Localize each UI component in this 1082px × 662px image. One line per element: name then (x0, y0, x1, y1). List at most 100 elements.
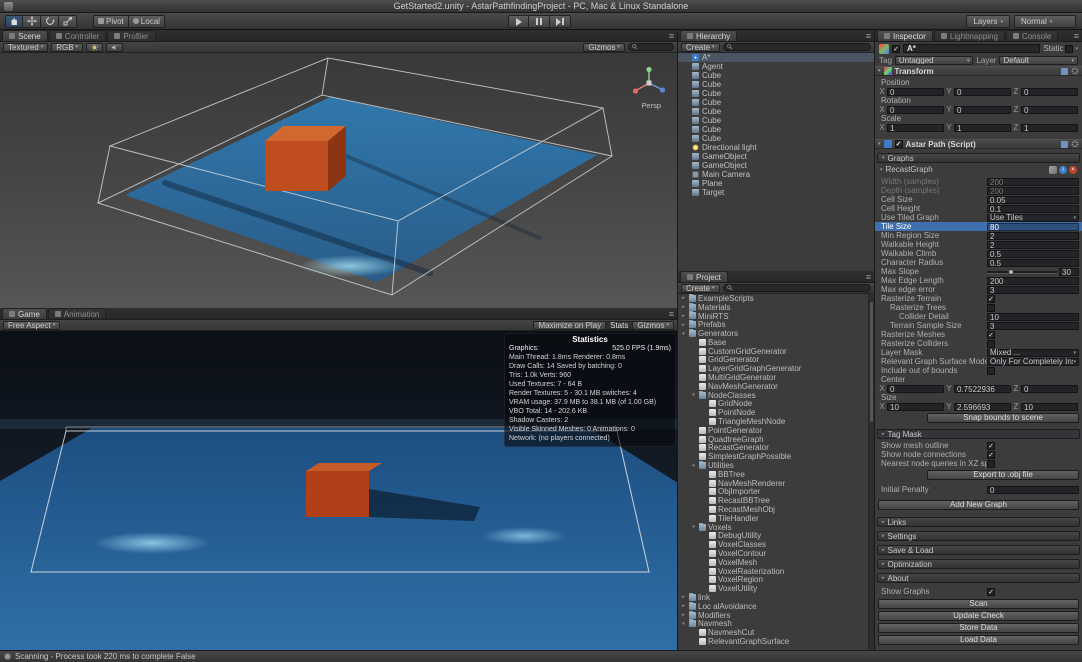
value-field[interactable]: 10 (987, 313, 1079, 321)
collapsed-arrow-icon[interactable]: ▸ (680, 322, 687, 328)
pane-menu-icon[interactable]: ≡ (866, 272, 871, 282)
project-item[interactable]: VoxelRegion (678, 576, 868, 585)
collapsed-arrow-icon[interactable]: ▸ (680, 313, 687, 319)
z-field[interactable]: 1 (1021, 124, 1078, 132)
info-icon[interactable]: i (1059, 166, 1067, 174)
value-field[interactable]: 0 (987, 486, 1079, 494)
hand-tool-button[interactable] (5, 15, 23, 28)
value-field[interactable]: 200 (987, 187, 1079, 195)
collapsed-arrow-icon[interactable]: ▸ (680, 612, 687, 618)
gear-icon[interactable] (1071, 67, 1079, 75)
value-field[interactable]: 3 (987, 286, 1079, 294)
foldout-arrow-icon[interactable]: ▾ (878, 68, 881, 74)
value-field[interactable]: 80 (987, 223, 1079, 231)
hierarchy-item[interactable]: Target (678, 188, 874, 197)
maximize-on-play-toggle[interactable]: Maximize on Play (533, 321, 606, 330)
project-item[interactable]: RecastGenerator (678, 444, 868, 453)
tab-profiler[interactable]: Profiler (107, 30, 155, 41)
z-field[interactable]: 0 (1021, 88, 1078, 96)
collapsed-arrow-icon[interactable]: ▸ (680, 295, 687, 301)
project-item[interactable]: VoxelRasterization (678, 567, 868, 576)
project-item[interactable]: NavMeshRenderer (678, 479, 868, 488)
project-item[interactable]: VoxelContour (678, 549, 868, 558)
hierarchy-item[interactable]: Cube (678, 116, 874, 125)
section-optimization[interactable]: ▸Optimization (877, 559, 1080, 569)
section-links[interactable]: ▸Links (877, 517, 1080, 527)
expanded-arrow-icon[interactable]: ▾ (680, 621, 687, 627)
component-enabled-checkbox[interactable]: ✓ (895, 140, 903, 148)
y-field[interactable]: 1 (954, 124, 1011, 132)
audio-toggle[interactable] (106, 43, 123, 52)
project-item[interactable]: ▾Navmesh (678, 619, 868, 628)
section-about[interactable]: ▸About (877, 573, 1080, 583)
project-item[interactable]: GridGenerator (678, 356, 868, 365)
hierarchy-item[interactable]: Cube (678, 80, 874, 89)
object-name-field[interactable]: A* (903, 44, 1040, 53)
shading-dropdown[interactable]: Textured▾ (3, 43, 48, 52)
checkbox[interactable] (987, 367, 995, 375)
project-item[interactable]: ▾Utilities (678, 461, 868, 470)
orientation-gizmo[interactable] (631, 65, 667, 101)
project-scrollbar[interactable] (868, 294, 874, 650)
value-field[interactable]: 200 (987, 178, 1079, 186)
checkbox[interactable] (987, 340, 995, 348)
project-item[interactable]: TileHandler (678, 514, 868, 523)
y-field[interactable]: 0 (954, 106, 1011, 114)
project-item[interactable]: TriangleMeshNode (678, 417, 868, 426)
project-item[interactable]: RelevantGraphSurface (678, 637, 868, 646)
hierarchy-item[interactable]: Cube (678, 71, 874, 80)
project-item[interactable]: DebugUtility (678, 532, 868, 541)
lighting-toggle[interactable] (86, 43, 103, 52)
checkbox[interactable]: ✓ (987, 442, 995, 450)
transform-header[interactable]: ▾ Transform (875, 66, 1082, 76)
scale-tool-button[interactable] (59, 15, 77, 28)
slider-handle[interactable] (1008, 269, 1014, 275)
project-search-input[interactable] (723, 284, 871, 292)
layout-dropdown[interactable]: Normal▾ (1014, 15, 1076, 28)
scrollbar-handle[interactable] (870, 302, 873, 422)
x-field[interactable]: 10 (887, 403, 944, 411)
section-graphs[interactable]: ▾ Graphs (877, 153, 1080, 163)
value-field[interactable]: 0.5 (987, 250, 1079, 258)
help-icon[interactable] (1061, 141, 1068, 148)
hierarchy-item[interactable]: Cube (678, 98, 874, 107)
tab-scene[interactable]: Scene (2, 30, 48, 41)
scene-viewport[interactable]: Persp (0, 53, 677, 308)
tag-dropdown[interactable]: Untagged▾ (895, 56, 974, 65)
hierarchy-item[interactable]: Main Camera (678, 170, 874, 179)
export-to-obj-file-button[interactable]: Export to .obj file (927, 470, 1079, 480)
move-tool-button[interactable] (23, 15, 41, 28)
y-field[interactable]: 2.596693 (954, 403, 1011, 411)
project-item[interactable]: SimplestGraphPossible (678, 452, 868, 461)
layer-dropdown[interactable]: Default▾ (999, 56, 1078, 65)
expanded-arrow-icon[interactable]: ▾ (690, 392, 697, 398)
store-data-button[interactable]: Store Data (878, 623, 1079, 633)
project-item[interactable]: PointNode (678, 408, 868, 417)
static-control[interactable]: Static ▾ (1043, 44, 1078, 53)
hierarchy-item[interactable]: Cube (678, 134, 874, 143)
hierarchy-item[interactable]: Cube (678, 89, 874, 98)
gear-icon[interactable] (1071, 140, 1079, 148)
hierarchy-item[interactable]: GameObject (678, 161, 874, 170)
collapsed-arrow-icon[interactable]: ▸ (680, 603, 687, 609)
pane-menu-icon[interactable]: ≡ (669, 309, 674, 319)
project-item[interactable]: ▸Modifiers (678, 611, 868, 620)
project-item[interactable]: ▾Generators (678, 329, 868, 338)
foldout-tag-mask[interactable]: ▸Tag Mask (877, 429, 1080, 439)
slider[interactable] (987, 268, 1057, 276)
project-item[interactable]: ObjImporter (678, 488, 868, 497)
aspect-dropdown[interactable]: Free Aspect▾ (3, 321, 60, 330)
project-item[interactable]: RecastMeshObj (678, 505, 868, 514)
project-item[interactable]: ▾NodeClasses (678, 391, 868, 400)
value-field[interactable]: 0.05 (987, 196, 1079, 204)
project-item[interactable]: VoxelClasses (678, 540, 868, 549)
game-gizmos-dropdown[interactable]: Gizmos▾ (633, 321, 674, 330)
status-bar[interactable]: Scanning - Process took 220 ms to comple… (0, 650, 1082, 662)
checkbox[interactable]: ✓ (987, 451, 995, 459)
project-item[interactable]: QuadtreeGraph (678, 435, 868, 444)
hierarchy-item[interactable]: Agent (678, 62, 874, 71)
project-item[interactable]: MultiGridGenerator (678, 373, 868, 382)
project-item[interactable]: RecastBBTree (678, 496, 868, 505)
project-item[interactable]: LayerGridGraphGenerator (678, 364, 868, 373)
project-item[interactable]: CustomGridGenerator (678, 347, 868, 356)
